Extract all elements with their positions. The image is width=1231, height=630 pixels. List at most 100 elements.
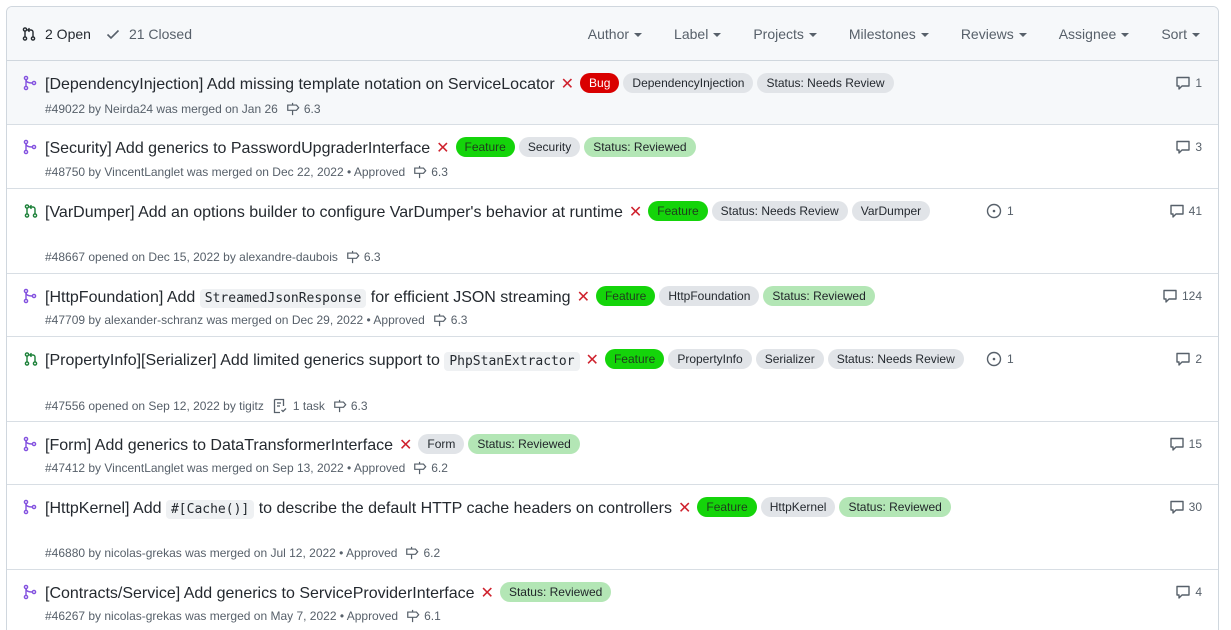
linked-issue-link[interactable]: 1 — [986, 203, 1014, 219]
comments-link[interactable]: 30 — [1169, 499, 1202, 515]
filter-label: Assignee — [1058, 26, 1117, 42]
open-filter-link[interactable]: 2 Open — [21, 26, 91, 42]
merged-pr-icon — [23, 584, 37, 600]
pull-request-icon — [22, 27, 36, 41]
filter-author-dropdown[interactable]: Author — [587, 26, 643, 42]
comments-link[interactable]: 15 — [1169, 436, 1202, 452]
ci-failed-icon[interactable]: ✕ — [561, 76, 574, 93]
milestone-label: 6.3 — [363, 250, 381, 264]
ci-failed-icon[interactable]: ✕ — [678, 500, 691, 517]
comment-icon — [1176, 140, 1191, 154]
milestone-label: 6.3 — [350, 399, 368, 413]
ci-failed-icon[interactable]: ✕ — [629, 204, 642, 221]
label-badge[interactable]: HttpFoundation — [659, 286, 760, 306]
ci-failed-icon[interactable]: ✕ — [481, 585, 494, 602]
filter-label: Author — [587, 26, 630, 42]
pull-request-title-link[interactable]: [Form] Add generics to DataTransformerIn… — [45, 437, 393, 454]
label-badge[interactable]: Status: Reviewed — [763, 286, 875, 306]
ci-failed-icon[interactable]: ✕ — [399, 437, 412, 454]
comments-link[interactable]: 124 — [1162, 288, 1202, 304]
filter-assignee-dropdown[interactable]: Assignee — [1059, 26, 1130, 42]
comments-link[interactable]: 4 — [1175, 584, 1202, 600]
comment-count: 4 — [1195, 585, 1202, 599]
filter-projects-dropdown[interactable]: Projects — [753, 26, 817, 42]
milestone-link[interactable]: 6.3 — [286, 102, 321, 116]
label-badge[interactable]: Feature — [595, 286, 656, 306]
label-badge[interactable]: Security — [518, 137, 581, 157]
title-line: [DependencyInjection] Add missing templa… — [45, 73, 998, 97]
label-badge[interactable]: Status: Needs Review — [757, 73, 894, 93]
meta-line: #49022 by Neirda24 was merged on Jan 26 … — [45, 102, 321, 116]
filter-label: Reviews — [960, 26, 1014, 42]
comments-link[interactable]: 3 — [1175, 139, 1202, 155]
label-badge[interactable]: HttpKernel — [760, 497, 836, 517]
milestone-link[interactable]: 6.3 — [333, 399, 368, 413]
label-badge[interactable]: Bug — [580, 73, 620, 93]
pull-request-title-link[interactable]: [Security] Add generics to PasswordUpgra… — [45, 140, 430, 157]
linked-issue-link[interactable]: 1 — [986, 351, 1014, 367]
pull-request-title-link[interactable]: [HttpFoundation] Add StreamedJsonRespons… — [45, 289, 571, 308]
label-badge[interactable]: Feature — [455, 137, 515, 157]
pull-request-meta: #47412 by VincentLanglet was merged on S… — [45, 461, 406, 475]
pull-request-title-link[interactable]: [DependencyInjection] Add missing templa… — [45, 76, 555, 93]
label-badge[interactable]: DependencyInjection — [623, 73, 754, 93]
ci-failed-icon[interactable]: ✕ — [586, 352, 599, 369]
pull-request-row: [VarDumper] Add an options builder to co… — [7, 189, 1218, 274]
label-badge[interactable]: Status: Needs Review — [711, 201, 848, 221]
label-badge[interactable]: VarDumper — [851, 201, 931, 221]
milestone-link[interactable]: 6.3 — [346, 250, 381, 264]
pull-request-row: [DependencyInjection] Add missing templa… — [7, 61, 1218, 125]
linked-issue-count: 1 — [1007, 352, 1014, 366]
milestone-label: 6.1 — [424, 609, 441, 623]
comment-count: 2 — [1195, 352, 1202, 366]
label-badge[interactable]: Status: Reviewed — [584, 137, 696, 157]
label-badge[interactable]: Status: Reviewed — [839, 497, 951, 517]
filter-sort-dropdown[interactable]: Sort — [1161, 26, 1200, 42]
label-badge[interactable]: Form — [418, 434, 465, 454]
merged-pr-icon — [23, 288, 37, 304]
title-line: [PropertyInfo][Serializer] Add limited g… — [45, 349, 998, 374]
filter-label-dropdown[interactable]: Label — [674, 26, 722, 42]
title-code: PhpStanExtractor — [444, 352, 580, 371]
pull-request-title-link[interactable]: [VarDumper] Add an options builder to co… — [45, 204, 623, 221]
comments-link[interactable]: 41 — [1169, 203, 1202, 219]
meta-line: #46267 by nicolas-grekas was merged on M… — [45, 609, 441, 623]
label-badge[interactable]: Status: Needs Review — [827, 349, 964, 369]
comments-link[interactable]: 1 — [1175, 75, 1202, 91]
ci-failed-icon[interactable]: ✕ — [577, 289, 590, 306]
comment-count: 3 — [1195, 140, 1202, 154]
label-badge[interactable]: Serializer — [755, 349, 824, 369]
comment-count: 30 — [1188, 500, 1202, 514]
label-badge[interactable]: Status: Reviewed — [468, 434, 580, 454]
pull-request-meta: #46267 by nicolas-grekas was merged on M… — [45, 609, 399, 623]
milestone-link[interactable]: 6.3 — [433, 313, 467, 327]
milestone-icon — [433, 313, 447, 327]
open-pr-icon — [24, 204, 38, 218]
title-line: [HttpFoundation] Add StreamedJsonRespons… — [45, 286, 998, 311]
filter-reviews-dropdown[interactable]: Reviews — [961, 26, 1027, 42]
milestone-link[interactable]: 6.1 — [406, 609, 441, 623]
filter-label: Label — [674, 26, 709, 42]
label-badge[interactable]: Feature — [648, 201, 708, 221]
label-badge[interactable]: PropertyInfo — [668, 349, 752, 369]
pull-request-title-link[interactable]: [HttpKernel] Add #[Cache()] to describe … — [45, 500, 672, 519]
ci-failed-icon[interactable]: ✕ — [436, 140, 449, 157]
pull-request-title-link[interactable]: [Contracts/Service] Add generics to Serv… — [45, 585, 475, 602]
label-badge[interactable]: Feature — [604, 349, 665, 369]
closed-filter-link[interactable]: 21 Closed — [105, 26, 192, 42]
milestone-link[interactable]: 6.2 — [405, 546, 440, 560]
label-badge[interactable]: Feature — [697, 497, 757, 517]
filter-milestones-dropdown[interactable]: Milestones — [849, 26, 929, 42]
title-code: StreamedJsonResponse — [199, 289, 367, 308]
pull-request-row: [HttpFoundation] Add StreamedJsonRespons… — [7, 274, 1218, 337]
pull-request-meta: #47556 opened on Sep 12, 2022 by tigitz — [45, 399, 264, 413]
pull-request-meta: #47709 by alexander-schranz was merged o… — [45, 313, 425, 327]
caret-down-icon — [920, 33, 929, 37]
milestone-link[interactable]: 6.2 — [413, 461, 448, 475]
pull-request-title-link[interactable]: [PropertyInfo][Serializer] Add limited g… — [45, 352, 580, 371]
title-line: [VarDumper] Add an options builder to co… — [45, 201, 998, 225]
label-badge[interactable]: Status: Reviewed — [499, 582, 612, 602]
comments-link[interactable]: 2 — [1175, 351, 1202, 367]
milestone-link[interactable]: 6.3 — [413, 165, 448, 179]
filter-label: Projects — [753, 26, 804, 42]
